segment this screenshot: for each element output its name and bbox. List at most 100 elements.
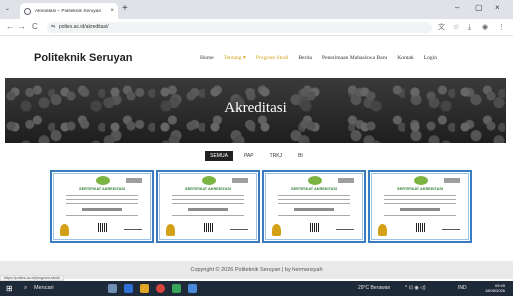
nav-kontak[interactable]: Kontak [397, 55, 413, 61]
cert-header-mark [338, 178, 354, 183]
cert-header-mark [444, 178, 460, 183]
taskbar-search-label: Mencari [34, 285, 54, 291]
qr-code-icon [204, 223, 213, 232]
cert-program-name [400, 208, 440, 211]
certificate-gallery: SERTIFIKAT AKREDITASI SERTIFIKAT AKREDIT… [50, 170, 472, 243]
download-icon[interactable]: ⤓ [468, 23, 471, 32]
nav-pmb[interactable]: Penerimaan Mahasiswa Baru [322, 55, 387, 61]
certificate-card[interactable]: SERTIFIKAT AKREDITASI [50, 170, 154, 243]
signature-line [336, 227, 354, 230]
clock-date: 18/05/2026 [484, 288, 505, 293]
signature-line [230, 227, 248, 230]
ban-pt-logo-icon [414, 176, 428, 185]
nav-tentang-label: Tentang [223, 55, 242, 61]
cert-header-mark [126, 178, 142, 183]
site-footer: Copyright © 2026 Politeknik Seruyan | by… [0, 261, 513, 279]
minimize-icon[interactable]: – [455, 3, 459, 12]
chrome-icon[interactable] [156, 284, 165, 293]
cert-program-name [188, 208, 228, 211]
back-icon[interactable]: ← [6, 22, 14, 32]
app-icon[interactable] [172, 284, 181, 293]
seal-icon [378, 224, 387, 236]
cert-text-line [172, 215, 244, 216]
profile-icon[interactable]: ◉ [482, 23, 488, 32]
maximize-icon[interactable]: ▢ [475, 3, 483, 12]
cert-text-line [278, 215, 350, 216]
tab-search-icon[interactable]: ⌄ [5, 5, 10, 12]
translate-icon[interactable]: 文 [438, 23, 445, 32]
filter-semua[interactable]: SEMUA [205, 151, 233, 161]
seal-icon [166, 224, 175, 236]
cert-text-line [278, 199, 350, 200]
site-info-icon[interactable]: ⇆ [51, 22, 55, 33]
address-bar[interactable]: ⇆ poltes.ac.id/akreditasi/ [47, 22, 432, 33]
signature-line [124, 227, 142, 230]
cert-text-line [66, 199, 138, 200]
nav-tentang[interactable]: Tentang ▾ [224, 55, 246, 61]
signature-line [442, 227, 460, 230]
nav-home[interactable]: Home [200, 55, 214, 61]
cert-header-mark [232, 178, 248, 183]
cert-text-line [66, 203, 138, 204]
mail-app-icon[interactable] [124, 284, 133, 293]
certificate-title: SERTIFIKAT AKREDITASI [291, 187, 337, 191]
new-tab-icon[interactable]: + [122, 3, 128, 15]
browser-window: ⌄ Akreditasi – Politeknik Seruyan × + – … [0, 0, 513, 296]
page-title: Akreditasi [224, 100, 287, 116]
taskbar-clock[interactable]: 09:49 18/05/2026 [485, 283, 505, 293]
hero-banner: Akreditasi [5, 78, 506, 143]
filter-pap[interactable]: PAP [239, 151, 259, 161]
cert-text-line [384, 199, 456, 200]
certificate-card[interactable]: SERTIFIKAT AKREDITASI [368, 170, 472, 243]
nav-login[interactable]: Login [424, 55, 437, 61]
system-tray-icons[interactable]: ^ ⊡ ◉ ◁) [405, 285, 426, 292]
seal-icon [60, 224, 69, 236]
search-icon: ⌕ [24, 285, 28, 291]
nav-program-studi[interactable]: Program Studi [256, 55, 288, 61]
certificate-card[interactable]: SERTIFIKAT AKREDITASI [156, 170, 260, 243]
weather-widget[interactable]: 29°C Berawan [358, 285, 390, 292]
task-view-icon[interactable] [108, 284, 117, 293]
cert-text-line [384, 203, 456, 204]
copyright-text: Copyright © 2026 Politeknik Seruyan | by… [190, 267, 323, 273]
cert-text-line [172, 203, 244, 204]
cert-text-line [66, 215, 138, 216]
certificate-title: SERTIFIKAT AKREDITASI [185, 187, 231, 191]
site-header: Politeknik Seruyan Home Tentang ▾ Progra… [0, 37, 513, 77]
app-icon[interactable] [188, 284, 197, 293]
main-nav: Home Tentang ▾ Program Studi Berita Pene… [200, 55, 437, 61]
file-explorer-icon[interactable] [140, 284, 149, 293]
language-indicator[interactable]: IND [458, 285, 467, 292]
filter-bi[interactable]: BI [293, 151, 308, 161]
cert-text-line [66, 195, 138, 196]
filter-tabs: SEMUA PAP TRKJ BI [0, 151, 513, 161]
ban-pt-logo-icon [202, 176, 216, 185]
certificate-title: SERTIFIKAT AKREDITASI [79, 187, 125, 191]
qr-code-icon [416, 223, 425, 232]
forward-icon[interactable]: → [18, 22, 26, 32]
browser-tab[interactable]: Akreditasi – Politeknik Seruyan × [20, 3, 118, 19]
cert-text-line [278, 195, 350, 196]
more-menu-icon[interactable]: ⋮ [498, 23, 505, 32]
window-close-icon[interactable]: × [495, 3, 500, 12]
bookmark-star-icon[interactable]: ☆ [453, 23, 459, 32]
cert-program-name [294, 208, 334, 211]
windows-taskbar: ⊞ ⌕ Mencari 29°C Berawan ^ ⊡ ◉ ◁) IND 09… [0, 281, 513, 296]
browser-toolbar: ← → C ⇆ poltes.ac.id/akreditasi/ 文 ☆ ⤓ ◉… [0, 19, 513, 36]
ban-pt-logo-icon [308, 176, 322, 185]
filter-trkj[interactable]: TRKJ [265, 151, 288, 161]
cert-program-name [82, 208, 122, 211]
windows-start-icon[interactable]: ⊞ [6, 284, 13, 293]
certificate-title: SERTIFIKAT AKREDITASI [397, 187, 443, 191]
tab-bar: ⌄ Akreditasi – Politeknik Seruyan × + – … [0, 0, 513, 19]
site-brand[interactable]: Politeknik Seruyan [34, 52, 132, 64]
reload-icon[interactable]: C [32, 22, 38, 32]
chevron-down-icon: ▾ [243, 55, 246, 61]
url-text: poltes.ac.id/akreditasi/ [59, 24, 109, 30]
qr-code-icon [310, 223, 319, 232]
cert-text-line [172, 199, 244, 200]
taskbar-search[interactable]: ⌕ Mencari [22, 283, 82, 294]
certificate-card[interactable]: SERTIFIKAT AKREDITASI [262, 170, 366, 243]
nav-berita[interactable]: Berita [298, 55, 312, 61]
tab-close-icon[interactable]: × [110, 8, 114, 14]
